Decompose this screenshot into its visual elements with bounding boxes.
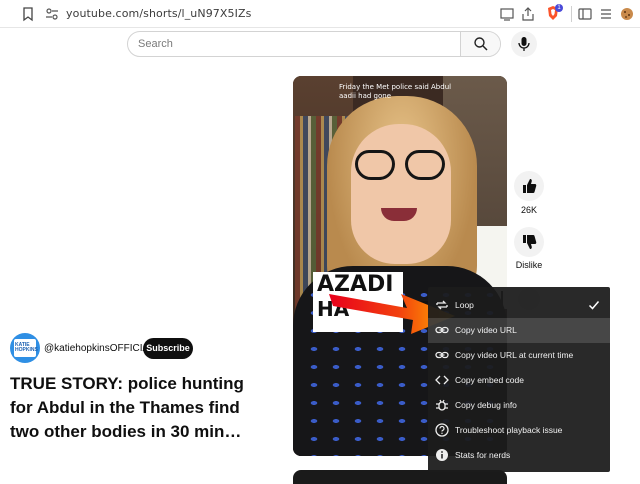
microphone-icon xyxy=(518,37,530,51)
thumbs-up-icon xyxy=(523,179,537,193)
channel-handle[interactable]: @katiehopkinsOFFICIAL xyxy=(44,343,155,354)
menu-lines-icon[interactable] xyxy=(598,6,614,22)
sidebar-toggle-icon[interactable] xyxy=(577,6,593,22)
bookmark-icon[interactable] xyxy=(20,6,36,22)
page: youtube.com/shorts/l_uN97X5IZs 1 Search … xyxy=(0,0,640,484)
menu-item-loop[interactable]: Loop xyxy=(428,293,610,318)
menu-item-copy-video-url-at-time[interactable]: Copy video URL at current time xyxy=(428,343,610,368)
url-text[interactable]: youtube.com/shorts/l_uN97X5IZs xyxy=(66,7,251,20)
site-settings-icon[interactable] xyxy=(44,6,60,22)
cast-icon[interactable] xyxy=(499,6,515,22)
search-icon xyxy=(474,37,488,51)
voice-search-button[interactable] xyxy=(511,31,537,57)
share-page-icon[interactable] xyxy=(520,6,536,22)
next-short-preview[interactable] xyxy=(293,470,507,484)
search-input[interactable]: Search xyxy=(138,38,173,50)
like-count: 26K xyxy=(520,205,537,215)
menu-item-troubleshoot[interactable]: Troubleshoot playback issue xyxy=(428,418,610,443)
cookie-icon[interactable] xyxy=(619,6,635,22)
video-scene-glasses-left xyxy=(355,150,395,180)
dislike-label: Dislike xyxy=(515,260,543,270)
checkmark-icon xyxy=(588,301,600,310)
menu-item-copy-debug-info[interactable]: Copy debug info xyxy=(428,393,610,418)
loop-icon xyxy=(436,300,448,310)
info-icon xyxy=(436,449,448,461)
browser-address-bar: youtube.com/shorts/l_uN97X5IZs 1 xyxy=(0,0,640,28)
avatar-text: KATIE HOPKINS xyxy=(15,342,38,353)
menu-item-label: Copy debug info xyxy=(455,400,517,410)
brave-badge: 1 xyxy=(555,4,563,12)
menu-item-copy-embed-code[interactable]: Copy embed code xyxy=(428,368,610,393)
search-button[interactable] xyxy=(460,32,500,56)
channel-avatar[interactable]: KATIE HOPKINS xyxy=(10,333,40,363)
bug-icon xyxy=(436,399,448,411)
menu-item-label: Copy video URL at current time xyxy=(455,350,574,360)
link-icon xyxy=(435,351,449,359)
menu-item-label: Troubleshoot playback issue xyxy=(455,425,563,435)
menu-item-label: Copy embed code xyxy=(455,375,524,385)
help-icon xyxy=(435,423,449,437)
thumbs-down-icon xyxy=(523,235,537,249)
video-scene-glasses-right xyxy=(405,150,445,180)
menu-item-copy-video-url[interactable]: Copy video URL xyxy=(428,318,610,343)
video-caption: Friday the Met police said Abdul aadii h… xyxy=(339,83,452,100)
subscribe-button[interactable]: Subscribe xyxy=(143,338,193,359)
code-icon xyxy=(435,375,449,385)
search-box[interactable]: Search xyxy=(127,31,501,57)
player-context-menu: Loop Copy video URL Copy video URL at cu… xyxy=(428,287,610,472)
short-title: TRUE STORY: police hunting for Abdul in … xyxy=(10,374,244,441)
link-icon xyxy=(435,326,449,334)
menu-item-stats-for-nerds[interactable]: Stats for nerds xyxy=(428,443,610,468)
menu-item-label: Copy video URL xyxy=(455,325,517,335)
menu-item-label: Stats for nerds xyxy=(455,450,511,460)
toolbar-divider xyxy=(571,6,572,22)
like-button[interactable] xyxy=(514,171,544,201)
video-scene-face xyxy=(351,124,451,264)
menu-item-label: Loop xyxy=(455,300,474,310)
dislike-button[interactable] xyxy=(514,227,544,257)
